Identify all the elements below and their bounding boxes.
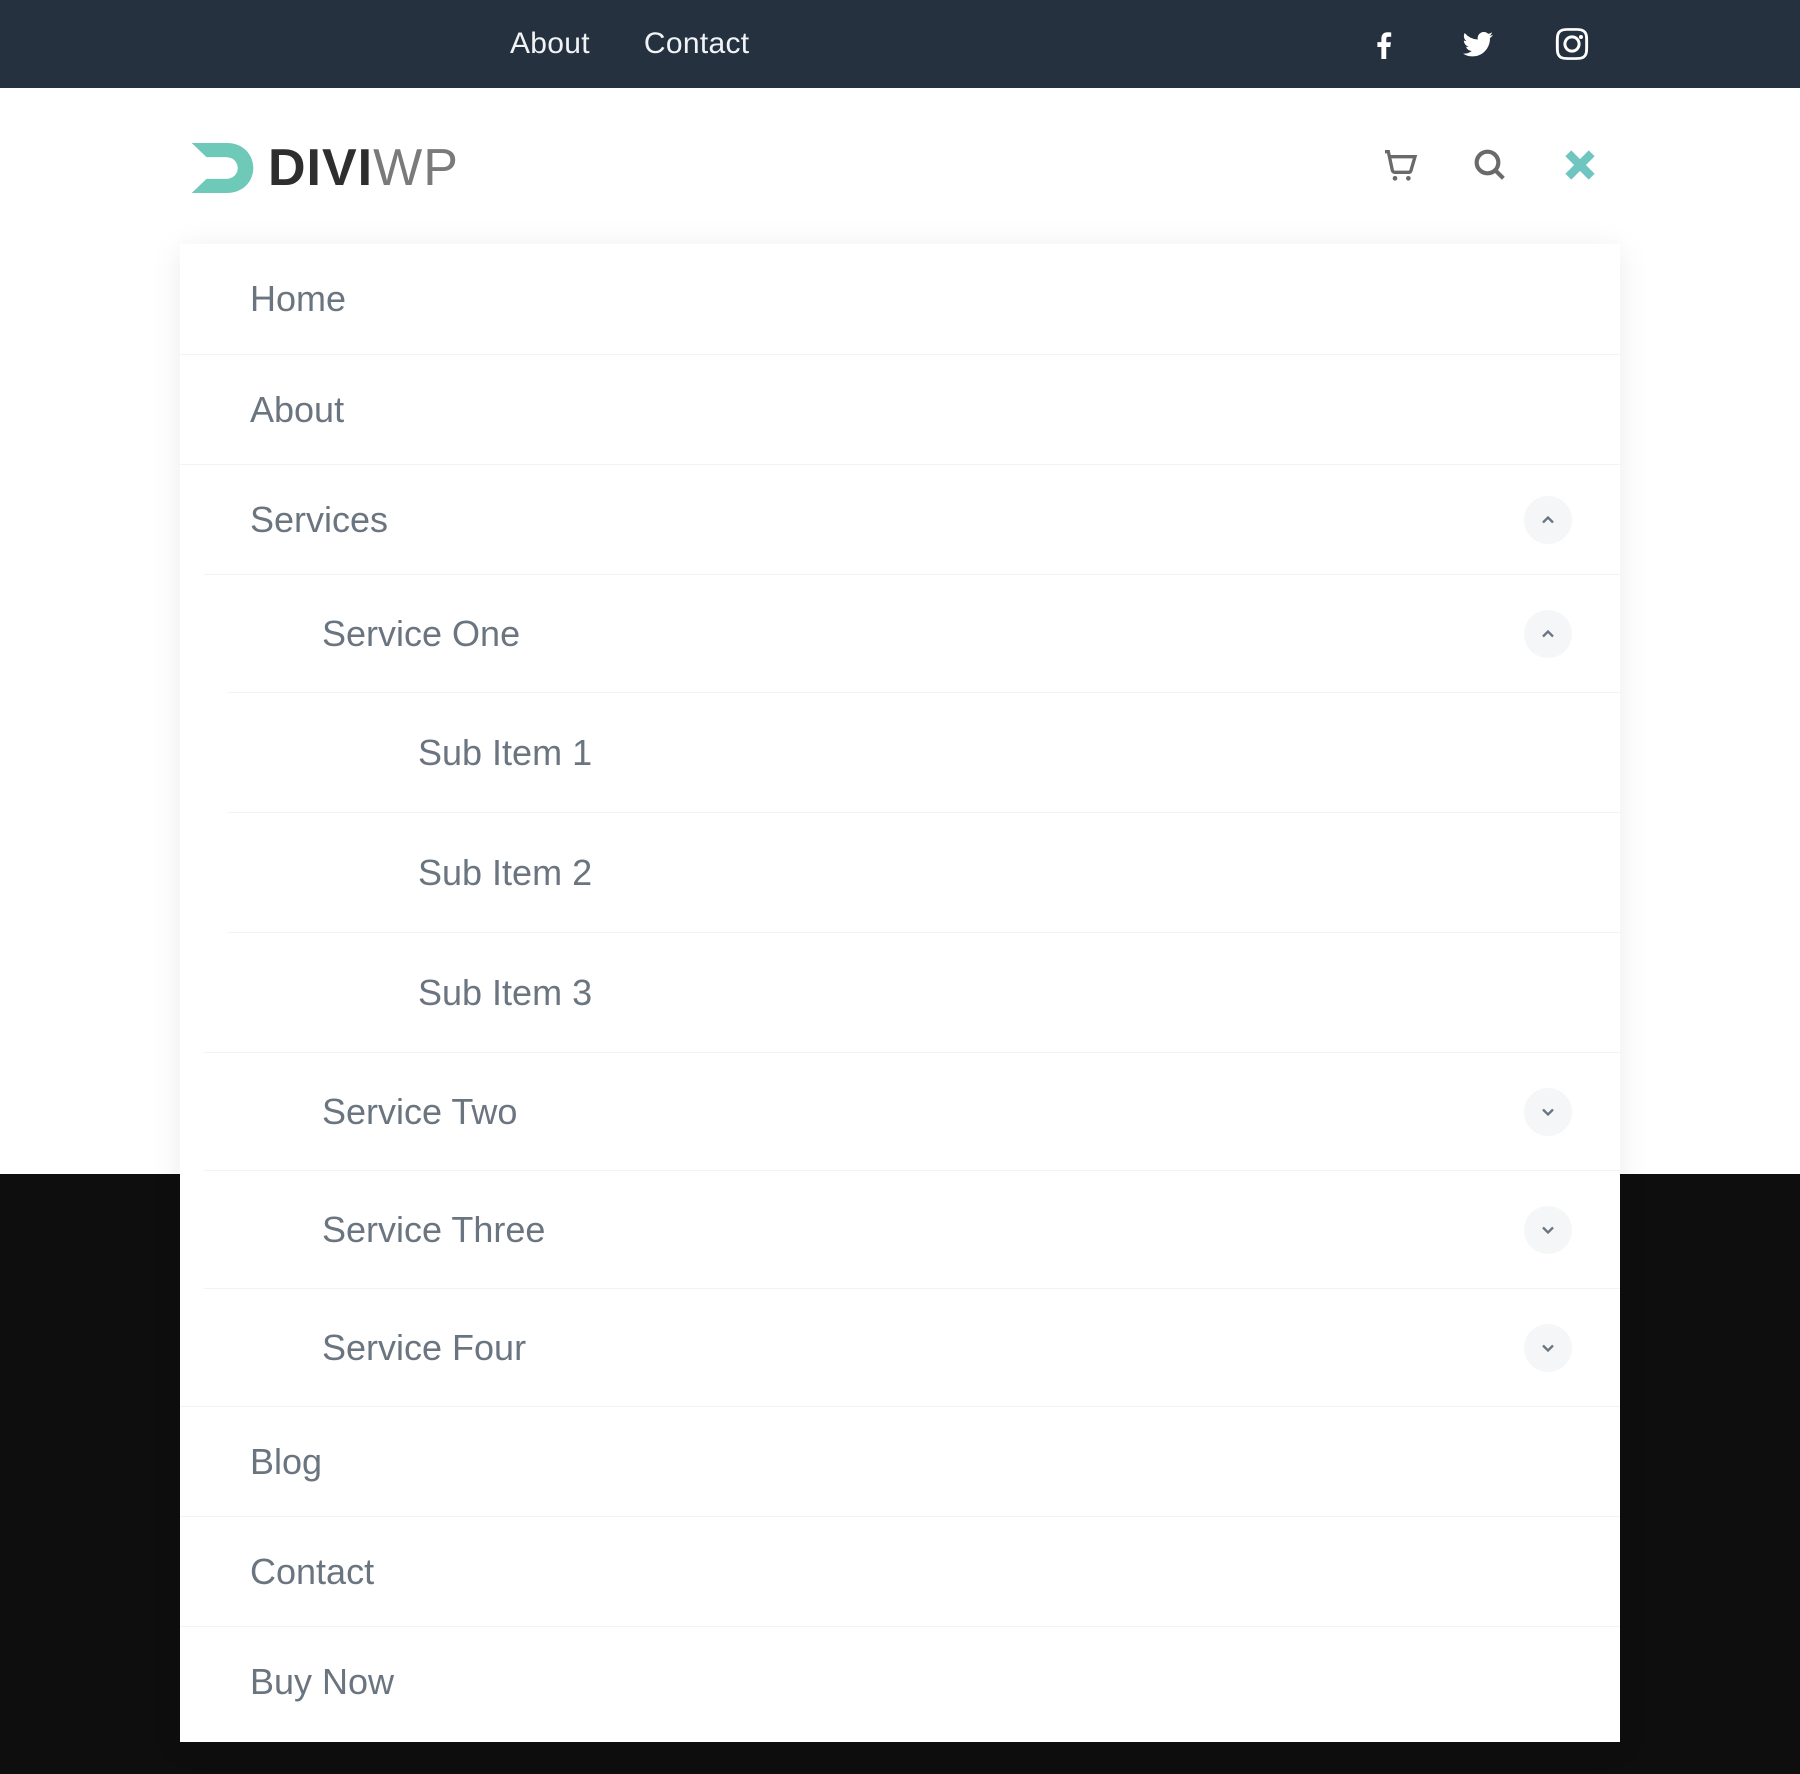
menu-item-label: Sub Item 2 — [418, 852, 592, 894]
menu-item-home[interactable]: Home — [180, 244, 1620, 354]
menu-item-service-four[interactable]: Service Four — [204, 1288, 1620, 1406]
header: DIVIWP — [0, 88, 1800, 248]
topbar-link-about[interactable]: About — [510, 27, 590, 61]
menu-item-sub-item-3[interactable]: Sub Item 3 — [228, 932, 1620, 1052]
chevron-up-icon[interactable] — [1524, 496, 1572, 544]
header-icons — [1380, 145, 1600, 190]
chevron-up-icon[interactable] — [1524, 610, 1572, 658]
menu-item-label: Blog — [250, 1441, 322, 1483]
twitter-icon[interactable] — [1460, 26, 1496, 62]
logo-mark-icon — [180, 129, 258, 207]
menu-item-sub-item-1[interactable]: Sub Item 1 — [228, 692, 1620, 812]
topbar: About Contact — [0, 0, 1800, 88]
menu-item-label: Sub Item 3 — [418, 972, 592, 1014]
menu-item-label: Service Three — [322, 1209, 545, 1251]
menu-item-service-two[interactable]: Service Two — [204, 1052, 1620, 1170]
menu-item-label: Service Two — [322, 1091, 517, 1133]
menu-item-label: Service Four — [322, 1327, 526, 1369]
menu-item-label: Contact — [250, 1551, 374, 1593]
menu-item-service-one[interactable]: Service One — [204, 574, 1620, 692]
chevron-down-icon[interactable] — [1524, 1324, 1572, 1372]
cart-icon[interactable] — [1380, 145, 1420, 190]
search-icon[interactable] — [1470, 145, 1510, 190]
chevron-down-icon[interactable] — [1524, 1088, 1572, 1136]
menu-item-label: Buy Now — [250, 1661, 394, 1703]
menu-item-sub-item-2[interactable]: Sub Item 2 — [228, 812, 1620, 932]
menu-item-blog[interactable]: Blog — [180, 1406, 1620, 1516]
instagram-icon[interactable] — [1554, 26, 1590, 62]
topbar-link-contact[interactable]: Contact — [644, 27, 750, 61]
menu-item-label: About — [250, 389, 344, 431]
page-body: Home About Services Service One — [0, 244, 1800, 1768]
topbar-links: About Contact — [510, 27, 749, 61]
menu-item-label: Home — [250, 278, 346, 320]
menu-item-label: Services — [250, 499, 388, 541]
menu-item-services[interactable]: Services — [180, 464, 1620, 574]
logo-text: DIVIWP — [268, 138, 459, 198]
close-icon[interactable] — [1560, 145, 1600, 190]
topbar-social — [1366, 26, 1590, 62]
menu-item-about[interactable]: About — [180, 354, 1620, 464]
facebook-icon[interactable] — [1366, 26, 1402, 62]
menu-item-label: Service One — [322, 613, 520, 655]
menu-item-contact[interactable]: Contact — [180, 1516, 1620, 1626]
logo[interactable]: DIVIWP — [180, 129, 459, 207]
menu-item-label: Sub Item 1 — [418, 732, 592, 774]
mobile-menu-panel: Home About Services Service One — [180, 244, 1620, 1742]
menu-item-buy-now[interactable]: Buy Now — [180, 1626, 1620, 1736]
chevron-down-icon[interactable] — [1524, 1206, 1572, 1254]
menu-item-service-three[interactable]: Service Three — [204, 1170, 1620, 1288]
